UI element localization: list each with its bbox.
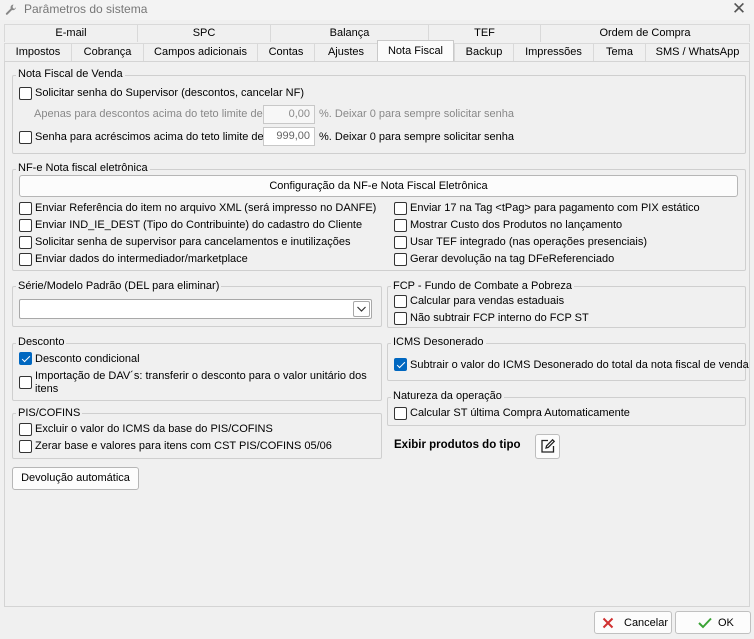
edit-icon: [541, 438, 556, 453]
fcp-nao-subtrair-checkbox[interactable]: [394, 312, 407, 325]
tab-backup[interactable]: Backup: [454, 43, 513, 61]
config-nfe-button[interactable]: Configuração da NF-e Nota Fiscal Eletrôn…: [19, 175, 738, 197]
tab-impostos[interactable]: Impostos: [4, 43, 71, 61]
apenas-descontos-input[interactable]: 0,00: [263, 105, 315, 124]
legend-icms-desonerado: ICMS Desonerado: [391, 336, 486, 348]
nfe-tef-checkbox[interactable]: [394, 236, 407, 249]
group-pis-cofins: [12, 413, 382, 459]
icms-subtrair-checkbox[interactable]: [394, 358, 407, 371]
legend-nfe: NF-e Nota fiscal eletrônica: [16, 162, 150, 174]
tab-contas[interactable]: Contas: [257, 43, 314, 61]
solicitar-senha-checkbox[interactable]: [19, 87, 32, 100]
legend-serie-modelo: Série/Modelo Padrão (DEL para eliminar): [16, 280, 222, 292]
exibir-produtos-label: Exibir produtos do tipo: [394, 439, 521, 451]
tab-cobranca[interactable]: Cobrança: [71, 43, 143, 61]
apenas-descontos-label: Apenas para descontos acima do teto limi…: [34, 108, 266, 120]
nfe-devolucao-label: Gerar devolução na tag DFeReferenciado: [410, 253, 615, 265]
nfe-custo-label: Mostrar Custo dos Produtos no lançamento: [410, 219, 623, 231]
tab-ordem-de-compra[interactable]: Ordem de Compra: [540, 24, 750, 42]
solicitar-senha-label: Solicitar senha do Supervisor (descontos…: [35, 87, 305, 99]
pis-excluir-icms-checkbox[interactable]: [19, 423, 32, 436]
edit-produtos-button[interactable]: [535, 434, 560, 459]
legend-nota-fiscal-venda: Nota Fiscal de Venda: [16, 68, 125, 80]
icms-subtrair-label: Subtrair o valor do ICMS Desonerado do t…: [410, 359, 749, 371]
pis-zerar-base-label: Zerar base e valores para itens com CST …: [35, 440, 332, 452]
nfe-intermediador-checkbox[interactable]: [19, 253, 32, 266]
fcp-nao-subtrair-label: Não subtrair FCP interno do FCP ST: [410, 312, 589, 324]
pis-excluir-icms-label: Excluir o valor do ICMS da base do PIS/C…: [35, 423, 273, 435]
fcp-vendas-estaduais-checkbox[interactable]: [394, 295, 407, 308]
natureza-calcular-st-checkbox[interactable]: [394, 407, 407, 420]
checkmark-icon: [698, 617, 712, 629]
devolucao-automatica-button[interactable]: Devolução automática: [12, 467, 139, 490]
desconto-condicional-checkbox[interactable]: [19, 352, 32, 365]
fcp-vendas-estaduais-label: Calcular para vendas estaduais: [410, 295, 565, 307]
acrescimos-input[interactable]: 999,00: [263, 127, 315, 146]
title-bar: Parâmetros do sistema ✕: [0, 0, 754, 20]
nfe-tef-label: Usar TEF integrado (nas operações presen…: [410, 236, 648, 248]
legend-fcp: FCP - Fundo de Combate a Pobreza: [391, 280, 574, 292]
legend-pis-cofins: PIS/COFINS: [16, 407, 83, 419]
apenas-descontos-suffix: %. Deixar 0 para sempre solicitar senha: [319, 108, 515, 120]
tab-tema[interactable]: Tema: [593, 43, 645, 61]
nfe-ind-ie-dest-checkbox[interactable]: [19, 219, 32, 232]
senha-acrescimos-checkbox[interactable]: [19, 131, 32, 144]
senha-acrescimos-label: Senha para acréscimos acima do teto limi…: [35, 131, 267, 143]
acrescimos-suffix: %. Deixar 0 para sempre solicitar senha: [319, 131, 515, 143]
window-title: Parâmetros do sistema: [24, 2, 148, 16]
serie-modelo-select[interactable]: [19, 299, 372, 319]
importacao-dav-label-line1: Importação de DAV´s: transferir o descon…: [35, 370, 367, 382]
tab-sms-whatsapp[interactable]: SMS / WhatsApp: [645, 43, 750, 61]
nfe-ref-item-label: Enviar Referência do item no arquivo XML…: [35, 202, 377, 214]
pis-zerar-base-checkbox[interactable]: [19, 440, 32, 453]
nfe-pix-checkbox[interactable]: [394, 202, 407, 215]
tab-nota-fiscal[interactable]: Nota Fiscal: [377, 40, 454, 61]
tab-email[interactable]: E-mail: [4, 24, 137, 42]
nfe-custo-checkbox[interactable]: [394, 219, 407, 232]
wrench-icon: [5, 4, 16, 15]
desconto-condicional-label: Desconto condicional: [35, 353, 140, 365]
natureza-calcular-st-label: Calcular ST última Compra Automaticament…: [410, 407, 630, 419]
chevron-down-icon[interactable]: [353, 301, 370, 317]
nfe-senha-cancel-checkbox[interactable]: [19, 236, 32, 249]
tab-campos-adicionais[interactable]: Campos adicionais: [143, 43, 257, 61]
nfe-ind-ie-dest-label: Enviar IND_IE_DEST (Tipo do Contribuinte…: [35, 219, 363, 231]
importacao-dav-checkbox[interactable]: [19, 376, 32, 389]
nfe-senha-cancel-label: Solicitar senha de supervisor para cance…: [35, 236, 351, 248]
importacao-dav-label-line2: itens: [35, 383, 59, 395]
nfe-devolucao-checkbox[interactable]: [394, 253, 407, 266]
cancel-icon: [602, 617, 614, 629]
cancel-button[interactable]: Cancelar: [594, 611, 672, 634]
nfe-pix-label: Enviar 17 na Tag <tPag> para pagamento c…: [410, 202, 700, 214]
tab-ajustes[interactable]: Ajustes: [314, 43, 377, 61]
nfe-ref-item-checkbox[interactable]: [19, 202, 32, 215]
close-icon[interactable]: ✕: [729, 0, 749, 19]
legend-desconto: Desconto: [16, 336, 67, 348]
tab-spc[interactable]: SPC: [137, 24, 270, 42]
legend-natureza-operacao: Natureza da operação: [391, 390, 504, 402]
tab-impressoes[interactable]: Impressões: [513, 43, 593, 61]
ok-button[interactable]: OK: [675, 611, 751, 634]
nfe-intermediador-label: Enviar dados do intermediador/marketplac…: [35, 253, 248, 265]
